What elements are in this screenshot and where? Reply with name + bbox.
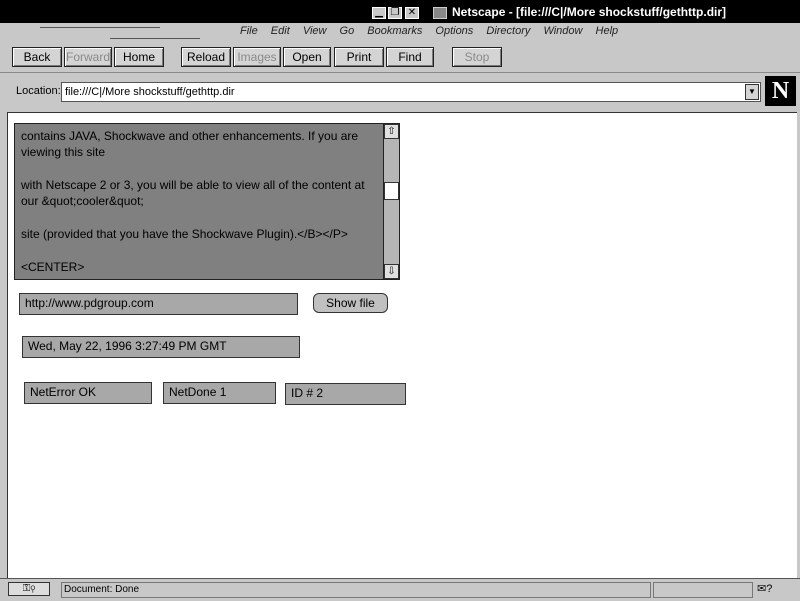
close-button[interactable]: ✕: [405, 7, 419, 19]
id-field: ID # 2: [285, 383, 406, 405]
menu-edit[interactable]: Edit: [271, 25, 290, 37]
print-button[interactable]: Print: [334, 47, 384, 67]
mail-icon[interactable]: ✉?: [757, 582, 772, 595]
scroll-down-arrow-icon[interactable]: ⇩: [384, 264, 399, 279]
menu-items: File Edit View Go Bookmarks Options Dire…: [240, 25, 628, 37]
system-menu-icon[interactable]: [433, 7, 447, 19]
location-bar: Location: file:///C|/More shockstuff/get…: [0, 73, 800, 110]
source-text: contains JAVA, Shockwave and other enhan…: [21, 128, 379, 292]
page-content: contains JAVA, Shockwave and other enhan…: [7, 112, 797, 578]
chevron-down-icon[interactable]: ▼: [745, 84, 759, 100]
status-bar: ⚿⚲ Document: Done ✉?: [0, 578, 800, 601]
source-line: contains JAVA, Shockwave and other enhan…: [21, 129, 359, 159]
menu-artifact: [40, 27, 160, 28]
menu-artifact: [110, 38, 200, 39]
menu-view[interactable]: View: [303, 25, 327, 37]
status-text: Document: Done: [61, 582, 651, 598]
images-button[interactable]: Images: [233, 47, 281, 67]
net-error-field: NetError OK: [24, 382, 152, 404]
progress-segment: [653, 582, 753, 598]
vertical-scrollbar[interactable]: ⇧ ⇩: [383, 124, 399, 279]
restore-button[interactable]: ❐: [388, 7, 402, 19]
reload-button[interactable]: Reload: [181, 47, 231, 67]
menu-help[interactable]: Help: [596, 25, 619, 37]
menu-file[interactable]: File: [240, 25, 258, 37]
title-bar: ▁ ❐ ✕ Netscape - [file:///C|/More shocks…: [0, 0, 800, 23]
show-file-button[interactable]: Show file: [313, 293, 388, 313]
net-done-field: NetDone 1: [163, 382, 276, 404]
back-button[interactable]: Back: [12, 47, 62, 67]
location-url: file:///C|/More shockstuff/gethttp.dir: [65, 86, 235, 98]
forward-button[interactable]: Forward: [64, 47, 112, 67]
menu-go[interactable]: Go: [340, 25, 355, 37]
scroll-thumb[interactable]: [384, 182, 399, 200]
location-input[interactable]: file:///C|/More shockstuff/gethttp.dir ▼: [61, 82, 761, 102]
menu-window[interactable]: Window: [543, 25, 582, 37]
netscape-logo: N: [765, 76, 796, 106]
find-button[interactable]: Find: [386, 47, 434, 67]
date-field: Wed, May 22, 1996 3:27:49 PM GMT: [22, 336, 300, 358]
open-button[interactable]: Open: [283, 47, 331, 67]
menu-options[interactable]: Options: [435, 25, 473, 37]
home-button[interactable]: Home: [114, 47, 164, 67]
source-textarea[interactable]: contains JAVA, Shockwave and other enhan…: [14, 123, 400, 280]
menu-directory[interactable]: Directory: [486, 25, 530, 37]
scroll-up-arrow-icon[interactable]: ⇧: [384, 124, 399, 139]
menu-bookmarks[interactable]: Bookmarks: [367, 25, 422, 37]
minimize-button[interactable]: ▁: [372, 7, 386, 19]
stop-button[interactable]: Stop: [452, 47, 502, 67]
location-label: Location:: [16, 85, 61, 97]
url-input[interactable]: http://www.pdgroup.com: [19, 293, 298, 315]
security-key-icon: ⚿⚲: [8, 582, 50, 596]
window-title: Netscape - [file:///C|/More shockstuff/g…: [452, 5, 727, 19]
source-line: <CENTER>: [21, 260, 85, 274]
source-line: with Netscape 2 or 3, you will be able t…: [21, 178, 365, 208]
source-line: site (provided that you have the Shockwa…: [21, 227, 348, 241]
toolbar: Back Forward Home Reload Images Open Pri…: [0, 44, 800, 73]
menu-bar: File Edit View Go Bookmarks Options Dire…: [0, 23, 800, 43]
